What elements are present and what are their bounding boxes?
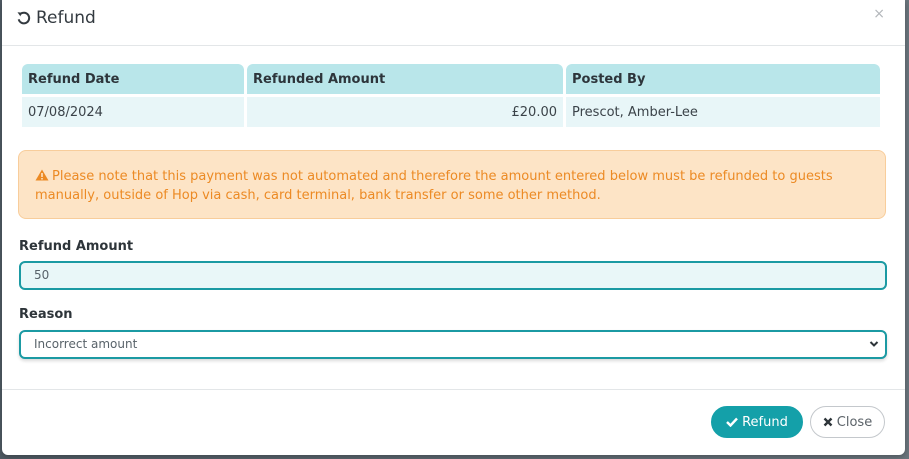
times-icon xyxy=(823,417,833,427)
refund-button[interactable]: Refund xyxy=(711,406,803,438)
dialog-title: Refund xyxy=(36,8,96,28)
close-button-label: Close xyxy=(836,414,873,430)
dialog-header: Refund × xyxy=(2,0,905,46)
cell-posted-by: Prescot, Amber-Lee xyxy=(566,94,880,127)
column-header-refund-date: Refund Date xyxy=(22,64,244,94)
dialog-title-group: Refund xyxy=(16,8,96,28)
refund-button-label: Refund xyxy=(742,414,788,430)
cell-refund-date: 07/08/2024 xyxy=(22,94,244,127)
reason-select[interactable]: Incorrect amount xyxy=(19,330,887,359)
table-header-row: Refund Date Refunded Amount Posted By xyxy=(22,64,880,94)
refund-amount-value: 50 xyxy=(34,268,50,282)
refunds-table: Refund Date Refunded Amount Posted By 07… xyxy=(19,64,883,127)
refund-amount-input[interactable]: 50 xyxy=(19,261,887,290)
undo-icon xyxy=(16,10,32,26)
warning-text: Please note that this payment was not au… xyxy=(35,169,833,203)
footer-divider xyxy=(2,389,905,390)
reason-selected-value: Incorrect amount xyxy=(34,337,138,351)
close-icon[interactable]: × xyxy=(873,6,885,22)
column-header-refunded-amount: Refunded Amount xyxy=(247,64,563,94)
chevron-down-icon xyxy=(869,338,879,350)
check-icon xyxy=(726,417,738,427)
table-row: 07/08/2024 £20.00 Prescot, Amber-Lee xyxy=(22,94,880,127)
reason-label: Reason xyxy=(19,307,73,322)
refund-amount-label: Refund Amount xyxy=(19,239,134,254)
refund-dialog: Refund × Refund Date Refunded Amount Pos… xyxy=(2,0,905,455)
close-button[interactable]: Close xyxy=(810,406,885,438)
cell-refunded-amount: £20.00 xyxy=(247,94,563,127)
warning-icon xyxy=(35,168,49,181)
manual-refund-warning: Please note that this payment was not au… xyxy=(18,150,886,219)
column-header-posted-by: Posted By xyxy=(566,64,880,94)
